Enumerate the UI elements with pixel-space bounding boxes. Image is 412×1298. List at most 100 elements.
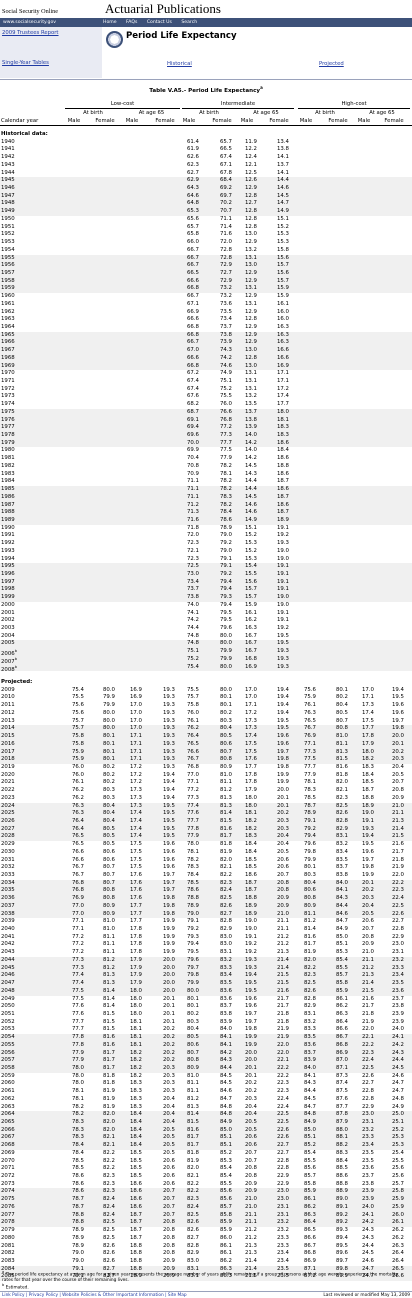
table-cell: 19.9 <box>162 918 175 925</box>
table-row: 2078 78.8 82.5 18.7 20.8 82.6 85.9 21.1 23.2 86.4… <box>0 1219 412 1228</box>
table-cell: 24.6 <box>361 1257 374 1264</box>
row-label: 1987 <box>1 501 15 508</box>
table-cell: 78.4 <box>71 1149 84 1156</box>
table-cell: 21.5 <box>276 980 289 987</box>
table-cell: 21.1 <box>391 810 404 817</box>
table-cell: 20.1 <box>276 794 289 801</box>
table-cell: 80.0 <box>219 686 232 693</box>
table-cell: 19.4 <box>162 771 175 778</box>
subgroup-at-birth: At birth <box>199 110 219 116</box>
table-cell: 19.3 <box>276 540 289 547</box>
table-cell: 22.7 <box>276 1142 289 1149</box>
row-label: 1952 <box>1 231 15 238</box>
table-cell: 16.6 <box>276 347 289 354</box>
table-cell: 19.2 <box>276 532 289 539</box>
trustees-report-link[interactable]: 2009 Trustees Report <box>2 30 59 36</box>
table-cell: 85.5 <box>219 1180 232 1187</box>
table-cell: 75.7 <box>186 694 199 701</box>
table-cell: 17.8 <box>361 733 374 740</box>
table-cell: 76.3 <box>303 709 316 716</box>
table-cell: 77.7 <box>303 763 316 770</box>
table-cell: 82.2 <box>303 964 316 971</box>
table-cell: 76.4 <box>186 733 199 740</box>
table-row: 2053 77.7 81.5 18.1 20.2 80.4 84.0 19.8 21.9 83.3… <box>0 1026 412 1034</box>
table-row: 1991 72.0 79.0 15.2 19.2 <box>0 532 412 540</box>
table-cell: 74.4 <box>186 625 199 631</box>
table-cell: 81.3 <box>219 794 232 801</box>
table-cell: 23.5 <box>391 980 404 987</box>
table-row: 1984 71.1 78.2 14.4 18.7 <box>0 478 412 486</box>
table-cell: 71.1 <box>186 493 199 500</box>
table-cell: 71.1 <box>186 486 199 493</box>
nav-contact[interactable]: Contact Us <box>147 20 172 25</box>
table-cell: 13.0 <box>244 262 257 269</box>
table-cell: 20.5 <box>162 1134 175 1141</box>
table-cell: 73.8 <box>219 331 232 338</box>
table-cell: 16.7 <box>244 632 257 639</box>
table-cell: 20.2 <box>162 1026 175 1033</box>
table-cell: 15.1 <box>244 524 257 531</box>
table-cell: 19.9 <box>162 949 175 956</box>
table-cell: 19.1 <box>276 570 289 577</box>
table-cell: 77.4 <box>71 980 84 987</box>
table-cell: 25.1 <box>391 1119 404 1125</box>
table-cell: 84.7 <box>219 1095 232 1102</box>
table-cell: 17.5 <box>129 856 142 863</box>
table-cell: 19.5 <box>162 817 175 824</box>
org-name[interactable]: Social Security Online <box>2 8 102 15</box>
table-cell: 19.3 <box>361 825 374 832</box>
row-label: 1951 <box>1 223 15 230</box>
table-cell: 76.7 <box>71 872 84 878</box>
table-cell: 14.4 <box>276 177 289 184</box>
table-cell: 82.8 <box>219 918 232 925</box>
table-cell: 15.5 <box>244 570 257 577</box>
sex-header: Male <box>357 118 371 124</box>
table-cell: 73.2 <box>219 293 232 300</box>
tab-historical[interactable]: Historical <box>167 61 192 67</box>
table-cell: 76.5 <box>71 841 84 848</box>
site-url[interactable]: www.socialsecurity.gov <box>3 20 56 25</box>
table-row: 1989 71.6 78.6 14.9 18.9 <box>0 516 412 525</box>
table-cell: 20.7 <box>276 872 289 878</box>
table-cell: 17.1 <box>129 756 142 763</box>
table-cell: 23.9 <box>361 1196 374 1203</box>
table-cell: 77.6 <box>71 1010 84 1017</box>
table-cell: 83.1 <box>219 949 232 956</box>
table-row: 2055 77.8 81.6 18.1 20.2 80.6 84.1 19.9 22.0 83.6… <box>0 1041 412 1050</box>
table-cell: 22.0 <box>391 872 404 878</box>
table-cell: 20.9 <box>361 941 374 948</box>
table-cell: 86.7 <box>303 1242 316 1249</box>
table-cell: 82.4 <box>102 1196 115 1203</box>
row-label: 1948 <box>1 200 15 207</box>
table-cell: 11.9 <box>244 138 257 145</box>
table-cell: 15.6 <box>276 254 289 261</box>
table-cell: 89.4 <box>335 1234 348 1241</box>
single-year-tables-link[interactable]: Single-Year Tables <box>2 60 49 66</box>
table-cell: 71.1 <box>219 215 232 222</box>
table-cell: 23.3 <box>276 1234 289 1241</box>
table-cell: 24.3 <box>361 1227 374 1234</box>
table-cell: 85.0 <box>335 933 348 940</box>
table-cell: 69.2 <box>219 185 232 192</box>
nav-search[interactable]: Search <box>181 20 197 25</box>
row-label: 2042 <box>1 941 15 948</box>
table-cell: 19.4 <box>361 833 374 840</box>
nav-home[interactable]: Home <box>103 20 117 25</box>
tab-projected[interactable]: Projected <box>319 61 344 67</box>
table-cell: 80.5 <box>335 709 348 716</box>
row-label: 2015 <box>1 733 15 740</box>
table-cell: 75.6 <box>71 709 84 716</box>
table-cell: 14.1 <box>276 154 289 161</box>
table-cell: 81.8 <box>186 1149 199 1156</box>
row-label: 2047 <box>1 980 15 987</box>
footer-links[interactable]: Link Policy | Privacy Policy | Website P… <box>2 1293 187 1298</box>
table-cell: 19.8 <box>276 763 289 770</box>
table-cell: 18.7 <box>361 787 374 794</box>
row-label: 2011 <box>1 702 15 709</box>
table-cell: 20.3 <box>361 895 374 902</box>
table-cell: 19.3 <box>244 956 257 963</box>
table-cell: 77.4 <box>71 972 84 979</box>
nav-faqs[interactable]: FAQs <box>126 20 137 25</box>
table-cell: 21.3 <box>244 1242 257 1249</box>
table-cell: 17.9 <box>129 964 142 971</box>
